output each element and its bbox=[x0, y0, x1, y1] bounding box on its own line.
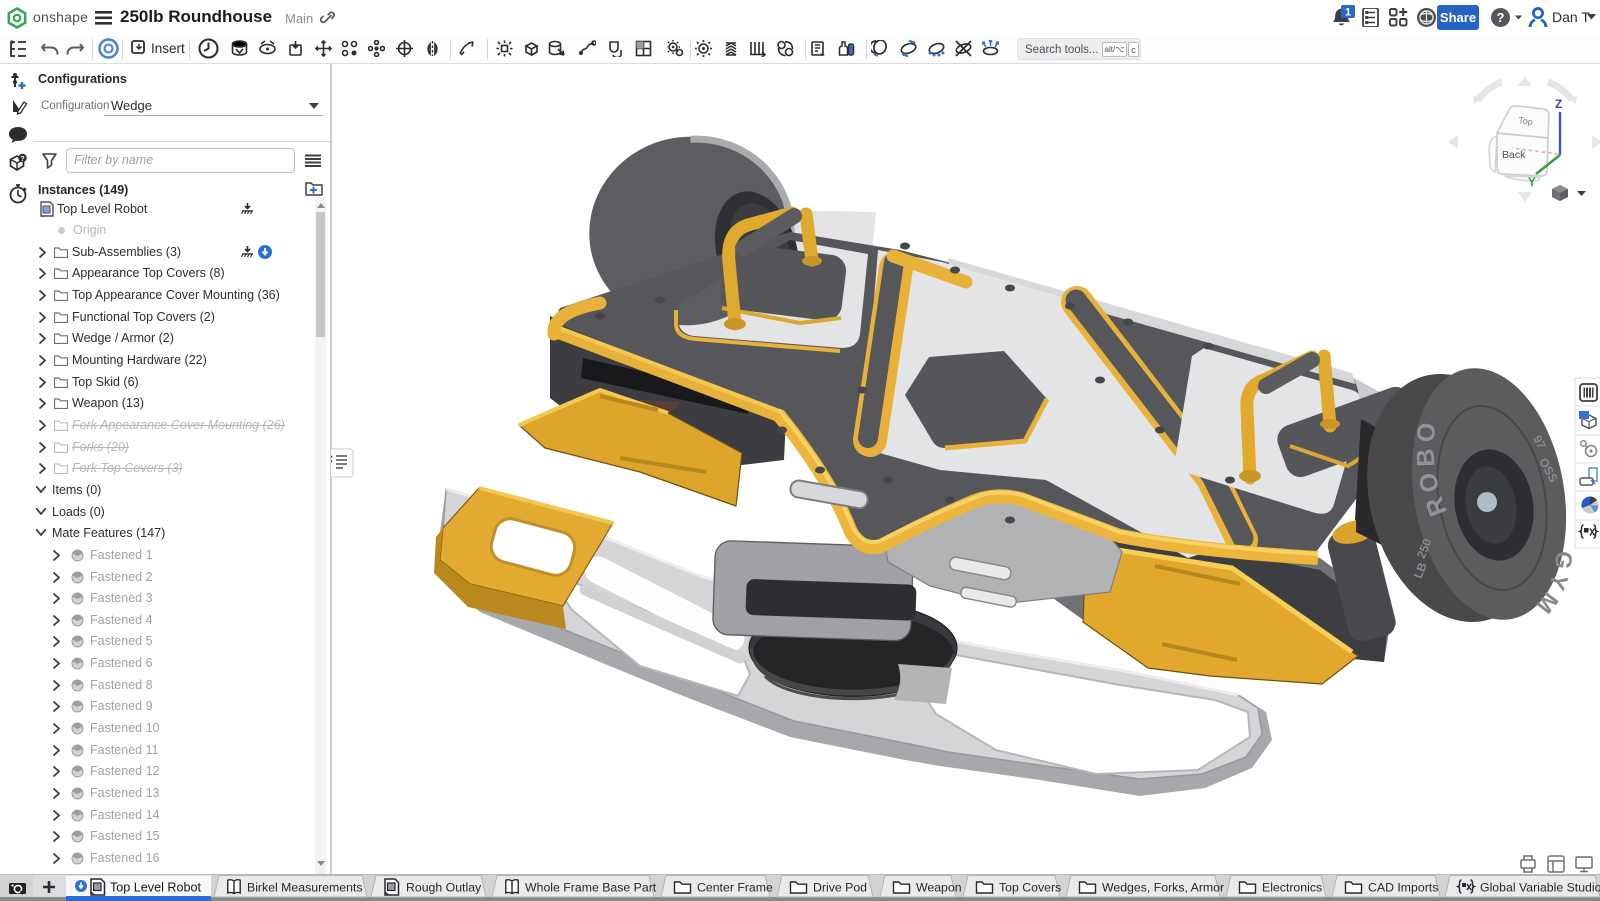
svg-text:1: 1 bbox=[1345, 7, 1351, 19]
svg-text:Drive Pod: Drive Pod bbox=[813, 881, 867, 895]
svg-text:Wedges, Forks, Armor: Wedges, Forks, Armor bbox=[1102, 881, 1224, 895]
svg-text:Top Covers: Top Covers bbox=[999, 881, 1061, 895]
svg-text:Weapon: Weapon bbox=[916, 881, 962, 895]
svg-text:Center Frame: Center Frame bbox=[697, 881, 773, 895]
svg-text:Top Level Robot: Top Level Robot bbox=[110, 881, 202, 895]
svg-text:Y: Y bbox=[1528, 177, 1536, 189]
svg-text:Rough Outlay: Rough Outlay bbox=[406, 881, 482, 895]
svg-text:CAD Imports: CAD Imports bbox=[1368, 881, 1438, 895]
svg-text:Top: Top bbox=[1518, 115, 1534, 127]
svg-text:Global Variable Studio: Global Variable Studio bbox=[1480, 881, 1600, 895]
svg-text:Z: Z bbox=[1555, 97, 1562, 111]
svg-text:?: ? bbox=[20, 156, 24, 163]
svg-text:Electronics: Electronics bbox=[1262, 881, 1322, 895]
svg-text:Birkel Measurements: Birkel Measurements bbox=[247, 881, 363, 895]
svg-text:?: ? bbox=[1497, 10, 1505, 25]
svg-text:Back: Back bbox=[1502, 149, 1526, 161]
svg-text:Whole Frame Base Part: Whole Frame Base Part bbox=[525, 881, 657, 895]
